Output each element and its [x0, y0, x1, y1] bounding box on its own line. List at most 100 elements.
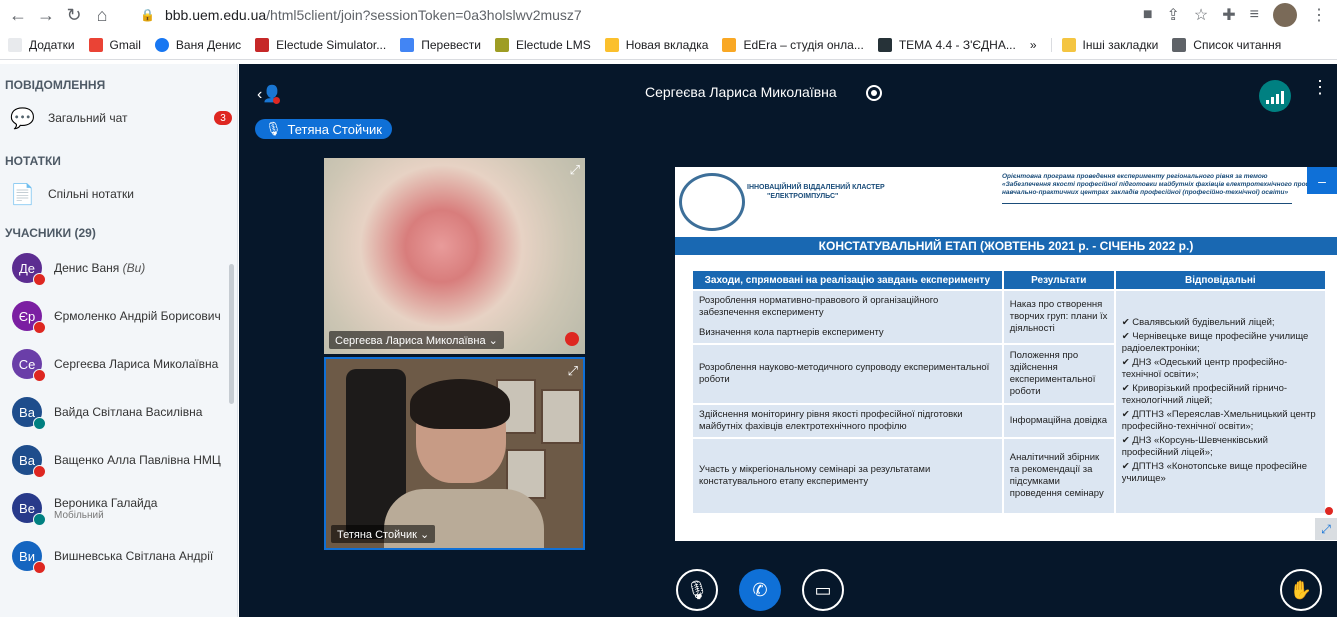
reading-list-icon[interactable]: ≡	[1250, 6, 1259, 24]
mic-muted-icon	[565, 332, 579, 346]
header-rule	[1002, 203, 1292, 204]
menu-icon[interactable]: ⋮	[1311, 5, 1327, 25]
notes-icon: 📄	[10, 183, 35, 206]
bookmarks-more[interactable]: »	[1030, 38, 1037, 52]
minimize-presentation-button[interactable]: –	[1307, 167, 1337, 194]
fullscreen-icon[interactable]: ⤢	[568, 363, 578, 379]
video-user-label[interactable]: Сергеєва Лариса Миколаївна ⌄	[329, 331, 504, 349]
bookmark-item[interactable]: Перевести	[400, 37, 481, 52]
reading-list[interactable]: Список читання	[1172, 37, 1281, 52]
person-hair	[410, 379, 510, 429]
raise-hand-button[interactable]: ✋	[1280, 569, 1322, 611]
table-cell: Здійснення моніторингу рівня якості проф…	[691, 403, 1004, 439]
video-tile[interactable]: ⤢ Сергеєва Лариса Миколаївна ⌄	[324, 158, 585, 354]
table-cell: Інформаційна довідка	[1001, 403, 1116, 439]
forward-icon[interactable]: →	[32, 1, 60, 29]
bookmark-item[interactable]: Новая вкладка	[604, 37, 708, 52]
avatar: Ва	[12, 397, 46, 430]
table-cell: Аналітичний збірник та рекомендації за п…	[1001, 437, 1116, 515]
responsible-item: ✔ ДНЗ «Корсунь-Шевченківський професійни…	[1121, 435, 1268, 458]
home-icon[interactable]: ⌂	[88, 1, 116, 29]
connection-status-button[interactable]	[1259, 80, 1291, 112]
program-title: Орієнтовна програма проведення експериме…	[1002, 173, 1323, 196]
user-name: Вероника Галайда	[54, 495, 158, 510]
bookmark-item[interactable]: Gmail	[88, 37, 141, 52]
responsible-item: ✔ ДНЗ «Одеський центр професійно-технічн…	[1121, 357, 1288, 380]
table-cell: Участь у мікрегіональному семінарі за ре…	[691, 437, 1004, 515]
lock-icon: 🔒	[140, 8, 155, 22]
share-icon[interactable]: ⇪	[1167, 5, 1180, 25]
mic-muted-icon	[33, 369, 46, 382]
camera-off-icon: ▭	[814, 579, 832, 600]
recording-icon[interactable]	[866, 85, 882, 101]
avatar: Ве	[12, 493, 46, 526]
bookmark-item[interactable]: ТЕМА 4.4 - З'ЄДНА...	[877, 37, 1016, 52]
user-item[interactable]: Се Сергеєва Лариса Миколаївна	[0, 340, 237, 388]
avatar: Ви	[12, 541, 46, 574]
users-title: УЧАСНИКИ (29)	[5, 226, 96, 240]
user-item[interactable]: Ва Вайда Світлана Василівна	[0, 388, 237, 436]
user-item[interactable]: Ви Вишневська Світлана Андрії	[0, 532, 237, 580]
image-icon	[604, 37, 619, 52]
table-cell: Наказ про створення творчих груп: плани …	[1001, 289, 1116, 345]
col-header: Відповідальні	[1113, 269, 1328, 291]
reload-icon[interactable]: ↻	[60, 1, 88, 29]
electude-lms-icon	[495, 37, 509, 52]
chat-icon: 💬	[10, 107, 35, 130]
col-header: Заходи, спрямовані на реалізацію завдань…	[691, 269, 1004, 291]
bbb-app: ПОВІДОМЛЕННЯ 💬 Загальний чат 3 НОТАТКИ 📄…	[0, 64, 1337, 617]
user-device: Мобільний	[54, 509, 104, 521]
presentation-title: Сергеєва Лариса Миколаївна	[645, 84, 837, 100]
camera-icon[interactable]: ■	[1143, 6, 1153, 24]
video-user-label[interactable]: Тетяна Стойчик ⌄	[331, 525, 436, 543]
plan-table: Заходи, спрямовані на реалізацію завдань…	[691, 269, 1328, 515]
avatar: Ва	[12, 445, 46, 478]
bookmark-item[interactable]: EdEra – студія онла...	[722, 37, 864, 52]
user-name: Єрмоленко Андрій Борисович	[54, 309, 221, 323]
apps-icon	[8, 37, 22, 52]
url-path: /html5client/join?sessionToken=0a3holslw…	[266, 7, 582, 23]
avatar: Єр	[12, 301, 46, 334]
leave-audio-button[interactable]: ✆	[739, 569, 781, 611]
mic-muted-icon	[33, 273, 46, 286]
responsible-item: ✔ Криворізький професійний гірничо-техно…	[1121, 383, 1288, 406]
table-cell: Положення про здійснення експериментальн…	[1001, 343, 1116, 405]
stage-band: КОНСТАТУВАЛЬНИЙ ЕТАП (ЖОВТЕНЬ 2021 р. - …	[675, 237, 1337, 255]
main-area: ‹👤 Сергеєва Лариса Миколаївна ⋮ 🎙 Тетяна …	[239, 64, 1337, 617]
unread-badge: 3	[214, 111, 232, 125]
joomla-icon	[877, 37, 892, 52]
user-item[interactable]: Єр Єрмоленко Андрій Борисович	[0, 292, 237, 340]
user-item[interactable]: Ве Вероника Галайда Мобільний	[0, 484, 237, 532]
shared-notes-item[interactable]: 📄 Спільні нотатки	[0, 174, 237, 214]
unmute-button[interactable]: 🎙	[676, 569, 718, 611]
bookmark-item[interactable]: Electude Simulator...	[255, 37, 386, 52]
fullscreen-icon[interactable]: ⤢	[570, 162, 580, 178]
star-icon[interactable]: ☆	[1194, 5, 1208, 25]
extensions-icon[interactable]: ✚	[1222, 5, 1235, 25]
facebook-icon	[154, 37, 169, 52]
bookmark-item[interactable]: Додатки	[8, 37, 75, 52]
mic-muted-icon	[33, 321, 46, 334]
back-icon[interactable]: ←	[4, 1, 32, 29]
profile-avatar[interactable]	[1273, 3, 1297, 27]
mic-muted-icon	[33, 561, 46, 574]
address-bar[interactable]: 🔒 bbb.uem.edu.ua/html5client/join?sessio…	[140, 4, 1140, 26]
talking-indicator[interactable]: 🎙 Тетяна Стойчик	[255, 119, 392, 139]
sidebar-scrollbar[interactable]	[229, 264, 234, 404]
toggle-userlist-button[interactable]: ‹👤	[257, 84, 282, 104]
video-tile-active[interactable]: ⤢ Тетяна Стойчик ⌄	[324, 357, 585, 550]
fullscreen-presentation-button[interactable]: ⤢	[1315, 518, 1337, 540]
notes-title: НОТАТКИ	[5, 154, 61, 168]
user-item[interactable]: Ва Ващенко Алла Павлівна НМЦ	[0, 436, 237, 484]
other-bookmarks[interactable]: Інші закладки	[1050, 37, 1158, 52]
wall-frame	[541, 389, 581, 444]
phone-icon: ✆	[752, 579, 768, 600]
options-menu-icon[interactable]: ⋮	[1311, 78, 1329, 96]
cluster-logo	[679, 173, 745, 231]
bookmark-item[interactable]: Ваня Денис	[154, 37, 241, 52]
bookmark-item[interactable]: Electude LMS	[495, 37, 591, 52]
user-item[interactable]: Де Денис Ваня (Ви)	[0, 244, 237, 292]
share-webcam-button[interactable]: ▭	[802, 569, 844, 611]
mic-muted-icon	[33, 465, 46, 478]
public-chat-item[interactable]: 💬 Загальний чат 3	[0, 98, 237, 138]
